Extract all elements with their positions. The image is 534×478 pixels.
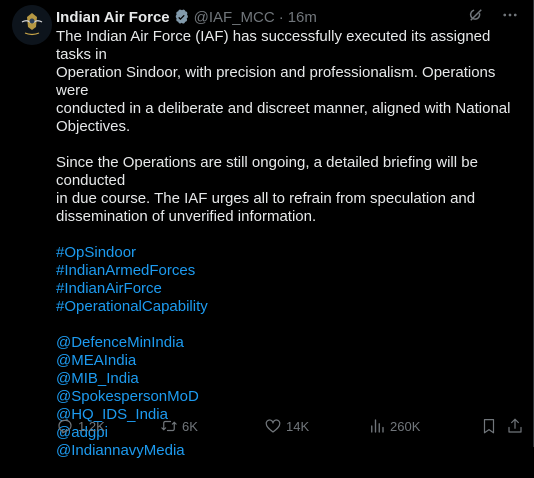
text-line: dissemination of unverified information. <box>56 208 317 225</box>
hashtag-link[interactable]: #IndianArmedForces <box>56 262 526 280</box>
views-icon <box>371 419 384 433</box>
hashtag-link[interactable]: #IndianAirForce <box>56 280 526 298</box>
like-button[interactable]: 14K <box>264 417 309 435</box>
grok-icon[interactable] <box>467 6 485 24</box>
iaf-crest-icon <box>12 5 52 45</box>
tweet[interactable]: Indian Air Force @IAF_MCC · 16m The Indi… <box>0 0 534 459</box>
repost-icon <box>161 420 177 432</box>
repost-button[interactable]: 6K <box>160 417 198 435</box>
text-line: Since the Operations are still ongoing, … <box>56 154 478 189</box>
mention-link[interactable]: @IndiannavyMedia <box>56 442 526 460</box>
tweet-actions: 1.2K 6K 14K 260K <box>56 416 524 436</box>
author-name[interactable]: Indian Air Force <box>56 9 170 26</box>
hashtag-link[interactable]: #OperationalCapability <box>56 298 526 316</box>
mention-link[interactable]: @MIB_India <box>56 370 526 388</box>
mention-link[interactable]: @SpokespersonMoD <box>56 388 526 406</box>
views-button[interactable]: 260K <box>368 417 420 435</box>
like-icon <box>265 419 281 433</box>
author-handle[interactable]: @IAF_MCC <box>194 9 275 26</box>
tweet-header: Indian Air Force @IAF_MCC · 16m <box>56 7 317 27</box>
share-button[interactable] <box>506 417 524 435</box>
avatar[interactable] <box>12 5 52 45</box>
text-line: conducted in a deliberate and discreet m… <box>56 100 511 117</box>
share-icon <box>508 418 522 433</box>
reply-button[interactable]: 1.2K <box>56 417 105 435</box>
reply-icon <box>58 419 72 434</box>
text-line: Objectives. <box>56 118 131 135</box>
bookmark-icon <box>483 419 495 434</box>
timestamp[interactable]: 16m <box>288 9 317 26</box>
mention-list: @DefenceMinIndia @MEAIndia @MIB_India @S… <box>56 334 526 460</box>
more-icon[interactable] <box>501 6 519 24</box>
tweet-paragraph-1: The Indian Air Force (IAF) has successfu… <box>56 28 526 136</box>
tweet-top-icons <box>467 6 519 24</box>
text-line: in due course. The IAF urges all to refr… <box>56 190 476 207</box>
tweet-body: The Indian Air Force (IAF) has successfu… <box>56 28 526 478</box>
view-count: 260K <box>390 418 421 434</box>
repost-count: 6K <box>182 418 198 434</box>
reply-count: 1.2K <box>78 418 105 434</box>
mention-link[interactable]: @MEAIndia <box>56 352 526 370</box>
mention-link[interactable]: @DefenceMinIndia <box>56 334 526 352</box>
bookmark-button[interactable] <box>480 417 498 435</box>
hashtag-list: #OpSindoor #IndianArmedForces #IndianAir… <box>56 244 526 316</box>
verified-badge-icon <box>175 9 188 24</box>
like-count: 14K <box>286 418 310 434</box>
separator-dot: · <box>278 8 284 26</box>
tweet-paragraph-2: Since the Operations are still ongoing, … <box>56 154 526 226</box>
text-line: Operation Sindoor, with precision and pr… <box>56 64 496 99</box>
hashtag-link[interactable]: #OpSindoor <box>56 244 526 262</box>
text-line: The Indian Air Force (IAF) has successfu… <box>56 28 491 63</box>
